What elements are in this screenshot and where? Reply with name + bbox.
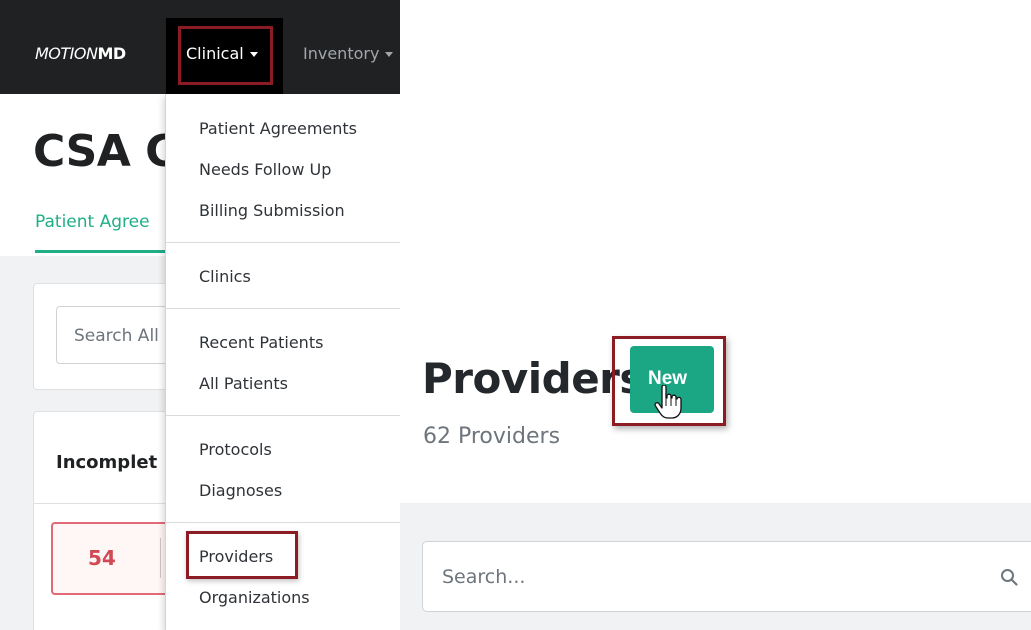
new-provider-button[interactable]: New [630, 346, 714, 413]
providers-count: 62 Providers [423, 424, 561, 449]
right-screenshot-panel: Providers New 62 Providers [400, 0, 1031, 630]
menu-item-clinics[interactable]: Clinics [199, 267, 251, 286]
nav-clinical-label: Clinical [186, 44, 244, 63]
menu-item-needs-follow-up[interactable]: Needs Follow Up [199, 160, 331, 179]
active-tab-underline [35, 250, 175, 253]
clinical-dropdown-menu: Patient Agreements Needs Follow Up Billi… [165, 94, 400, 630]
left-screenshot-panel: MOTIONMD Clinical Inventory CSA C Patien… [0, 0, 400, 630]
providers-search-input[interactable] [422, 541, 1031, 612]
new-button-label: New [648, 368, 688, 389]
chevron-down-icon [249, 52, 258, 57]
menu-item-all-patients[interactable]: All Patients [199, 374, 288, 393]
menu-item-organizations[interactable]: Organizations [199, 588, 310, 607]
brand-logo-part1: MOTION [35, 44, 98, 63]
search-icon[interactable] [1000, 568, 1018, 586]
menu-item-providers[interactable]: Providers [199, 547, 273, 566]
providers-page-title: Providers [422, 354, 644, 403]
menu-divider [166, 522, 400, 523]
incomplete-card-title: Incomplet [56, 452, 158, 473]
tab-patient-agreements[interactable]: Patient Agree [35, 212, 150, 232]
page-title: CSA C [33, 126, 177, 177]
menu-divider [166, 242, 400, 243]
brand-logo[interactable]: MOTIONMD [35, 44, 126, 63]
badge-separator [160, 538, 161, 578]
nav-inventory-dropdown[interactable]: Inventory [303, 44, 394, 63]
brand-logo-part2: MD [97, 44, 126, 63]
menu-item-patient-agreements[interactable]: Patient Agreements [199, 119, 357, 138]
menu-item-protocols[interactable]: Protocols [199, 440, 272, 459]
chevron-down-icon [385, 52, 394, 57]
menu-divider [166, 415, 400, 416]
menu-item-recent-patients[interactable]: Recent Patients [199, 333, 323, 352]
menu-divider [166, 308, 400, 309]
nav-inventory-label: Inventory [303, 44, 380, 63]
menu-item-diagnoses[interactable]: Diagnoses [199, 481, 282, 500]
top-navbar: MOTIONMD Clinical Inventory [0, 0, 400, 94]
menu-item-billing-submission[interactable]: Billing Submission [199, 201, 345, 220]
nav-clinical-dropdown[interactable]: Clinical [166, 18, 283, 94]
incomplete-count: 54 [88, 546, 116, 570]
